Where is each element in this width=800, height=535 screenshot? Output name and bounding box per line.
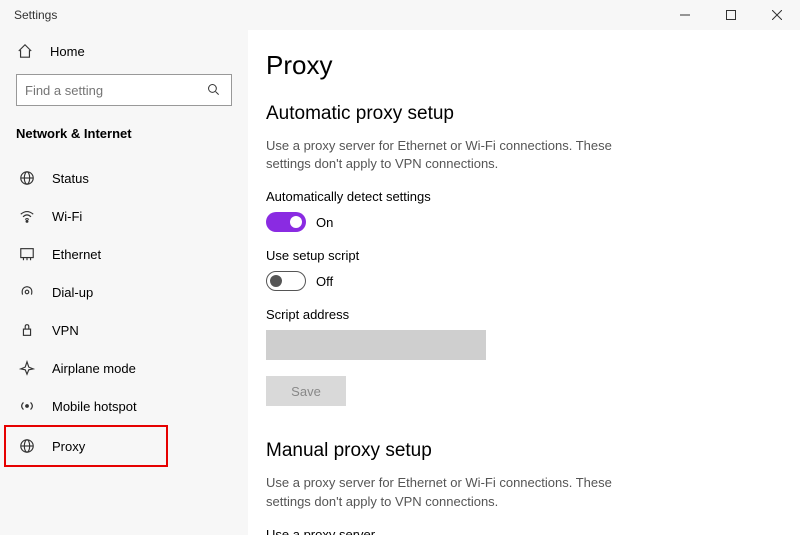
airplane-icon bbox=[18, 359, 36, 377]
home-label: Home bbox=[50, 44, 85, 59]
vpn-icon bbox=[18, 321, 36, 339]
script-label: Use setup script bbox=[266, 248, 770, 263]
search-icon bbox=[205, 81, 223, 99]
sidebar-item-label: VPN bbox=[52, 323, 79, 338]
section-heading: Network & Internet bbox=[16, 126, 232, 141]
proxy-icon bbox=[18, 437, 36, 455]
selection-highlight: Proxy bbox=[4, 425, 168, 467]
detect-state: On bbox=[316, 215, 333, 230]
sidebar-item-label: Ethernet bbox=[52, 247, 101, 262]
sidebar-item-dialup[interactable]: Dial-up bbox=[16, 273, 232, 311]
use-proxy-label: Use a proxy server bbox=[266, 527, 770, 535]
search-field[interactable] bbox=[25, 83, 205, 98]
close-button[interactable] bbox=[754, 0, 800, 30]
home-icon bbox=[16, 42, 34, 60]
wifi-icon bbox=[18, 207, 36, 225]
sidebar-item-label: Dial-up bbox=[52, 285, 93, 300]
auto-description: Use a proxy server for Ethernet or Wi-Fi… bbox=[266, 137, 636, 173]
sidebar-item-label: Mobile hotspot bbox=[52, 399, 137, 414]
window-title: Settings bbox=[14, 8, 57, 22]
sidebar-item-ethernet[interactable]: Ethernet bbox=[16, 235, 232, 273]
auto-heading: Automatic proxy setup bbox=[266, 103, 770, 125]
main-content: Proxy Automatic proxy setup Use a proxy … bbox=[248, 30, 800, 535]
sidebar-item-airplane[interactable]: Airplane mode bbox=[16, 349, 232, 387]
globe-icon bbox=[18, 169, 36, 187]
dialup-icon bbox=[18, 283, 36, 301]
sidebar-item-wifi[interactable]: Wi-Fi bbox=[16, 197, 232, 235]
script-address-input[interactable] bbox=[266, 330, 486, 360]
titlebar: Settings bbox=[0, 0, 800, 30]
hotspot-icon bbox=[18, 397, 36, 415]
detect-toggle[interactable] bbox=[266, 212, 306, 232]
sidebar-item-proxy[interactable]: Proxy bbox=[6, 427, 166, 465]
ethernet-icon bbox=[18, 245, 36, 263]
save-button[interactable]: Save bbox=[266, 376, 346, 406]
sidebar: Home Network & Internet Status Wi-Fi Eth… bbox=[0, 30, 248, 535]
detect-label: Automatically detect settings bbox=[266, 189, 770, 204]
sidebar-item-status[interactable]: Status bbox=[16, 159, 232, 197]
script-state: Off bbox=[316, 274, 333, 289]
script-toggle[interactable] bbox=[266, 271, 306, 291]
sidebar-item-label: Status bbox=[52, 171, 89, 186]
maximize-button[interactable] bbox=[708, 0, 754, 30]
search-input[interactable] bbox=[16, 74, 232, 106]
home-button[interactable]: Home bbox=[16, 42, 232, 60]
manual-description: Use a proxy server for Ethernet or Wi-Fi… bbox=[266, 474, 636, 510]
sidebar-item-label: Proxy bbox=[52, 439, 85, 454]
minimize-button[interactable] bbox=[662, 0, 708, 30]
manual-heading: Manual proxy setup bbox=[266, 440, 770, 462]
sidebar-item-label: Airplane mode bbox=[52, 361, 136, 376]
script-address-label: Script address bbox=[266, 307, 770, 322]
sidebar-item-label: Wi-Fi bbox=[52, 209, 82, 224]
window-controls bbox=[662, 0, 800, 30]
sidebar-item-hotspot[interactable]: Mobile hotspot bbox=[16, 387, 232, 425]
sidebar-item-vpn[interactable]: VPN bbox=[16, 311, 232, 349]
page-title: Proxy bbox=[266, 50, 770, 81]
